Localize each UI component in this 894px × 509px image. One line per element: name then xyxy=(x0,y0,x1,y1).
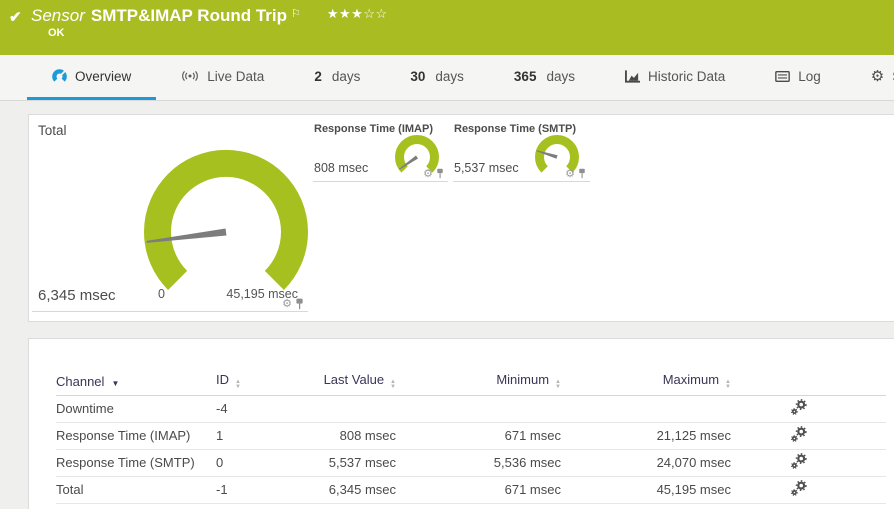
total-gauge xyxy=(144,150,308,290)
column-header-maximum[interactable]: Maximum ▲ ▼ xyxy=(561,368,731,396)
gauge-value: 808 msec xyxy=(314,161,369,175)
gauges-panel: Total 0 45,195 msec 6,345 msec ⚙ Respons… xyxy=(28,114,894,322)
gauge-icon xyxy=(52,68,67,84)
channel-settings-icon[interactable] xyxy=(791,480,807,496)
cell-id: -1 xyxy=(216,476,276,504)
tab-label: days xyxy=(435,68,464,84)
cell-last-value: 6,345 msec xyxy=(276,476,396,504)
cell-last-value: 808 msec xyxy=(276,422,396,450)
channels-table: Channel ▼ ID ▲ ▼ Last Value ▲ ▼ Minimum ▲ ▼ Max… xyxy=(56,368,886,504)
gauge-settings-gear-icon[interactable]: ⚙ xyxy=(282,297,292,310)
tab-30-days[interactable]: 30 days xyxy=(385,55,489,100)
tab-label: Live Data xyxy=(207,68,265,84)
live-data-icon xyxy=(181,70,199,82)
cell-maximum: 21,125 msec xyxy=(561,422,731,450)
tab-live-data[interactable]: Live Data xyxy=(156,55,289,100)
priority-flag-icon[interactable]: ⚐ xyxy=(291,7,301,20)
stars-filled[interactable]: ★★★ xyxy=(327,6,363,21)
sort-icon: ▲ ▼ xyxy=(390,379,396,391)
tab-overview[interactable]: Overview xyxy=(27,55,157,100)
cell-minimum xyxy=(396,395,561,423)
column-label: Maximum xyxy=(662,372,720,388)
tab-log[interactable]: Log xyxy=(750,55,846,100)
cell-maximum: 45,195 msec xyxy=(561,476,731,504)
gauge-widget-imap: Response Time (IMAP) 808 msec ⚙ xyxy=(313,116,448,182)
priority-stars[interactable]: ★★★☆☆ xyxy=(327,6,388,22)
column-label: Channel xyxy=(56,373,105,389)
tab-label: Historic Data xyxy=(647,68,726,84)
column-header-id[interactable]: ID ▲ ▼ xyxy=(216,368,276,396)
gauge-title: Total xyxy=(38,123,67,138)
page-body: Total 0 45,195 msec 6,345 msec ⚙ Respons… xyxy=(0,101,894,509)
gear-icon: ⚙ xyxy=(870,68,885,85)
column-header-actions xyxy=(731,368,886,396)
table-row[interactable]: Response Time (SMTP) 0 5,537 msec 5,536 … xyxy=(56,449,886,477)
tab-label: Overview xyxy=(75,68,132,84)
cell-last-value xyxy=(276,395,396,423)
sort-icon: ▲ ▼ xyxy=(725,379,731,391)
tab-label: Log xyxy=(798,68,821,84)
tab-label: days xyxy=(331,68,361,84)
tab-settings[interactable]: ⚙ Settings xyxy=(846,55,894,100)
tab-2-days[interactable]: 2 days xyxy=(289,55,385,100)
gauge-value: 6,345 msec xyxy=(38,287,116,304)
tab-365-days[interactable]: 365 days xyxy=(489,55,600,100)
channel-settings-icon[interactable] xyxy=(791,426,807,442)
gauge-min-label: 0 xyxy=(158,287,165,301)
table-header-row: Channel ▼ ID ▲ ▼ Last Value ▲ ▼ Minimum ▲ ▼ Max… xyxy=(56,368,886,396)
cell-id: -4 xyxy=(216,395,276,423)
pin-icon[interactable] xyxy=(295,298,304,310)
sort-desc-icon: ▼ xyxy=(111,378,120,388)
sort-icon: ▲ ▼ xyxy=(555,379,561,391)
cell-minimum: 5,536 msec xyxy=(396,449,561,477)
cell-channel: Response Time (IMAP) xyxy=(56,422,216,450)
cell-last-value: 5,537 msec xyxy=(276,449,396,477)
channel-settings-icon[interactable] xyxy=(791,453,807,469)
cell-channel: Response Time (SMTP) xyxy=(56,449,216,477)
cell-channel: Downtime xyxy=(56,395,216,423)
cell-id: 1 xyxy=(216,422,276,450)
cell-minimum: 671 msec xyxy=(396,422,561,450)
tab-label-number: 365 xyxy=(513,68,537,84)
column-label: Last Value xyxy=(323,372,385,388)
sort-icon: ▲ ▼ xyxy=(235,379,241,391)
channel-settings-icon[interactable] xyxy=(791,399,807,415)
cell-maximum: 24,070 msec xyxy=(561,449,731,477)
table-row[interactable]: Downtime -4 xyxy=(56,395,886,423)
column-header-channel[interactable]: Channel ▼ xyxy=(56,368,216,396)
gauge-widget-smtp: Response Time (SMTP) 5,537 msec ⚙ xyxy=(453,116,590,182)
stars-empty[interactable]: ☆☆ xyxy=(363,6,387,21)
tab-label-number: 30 xyxy=(410,68,426,84)
gauge-widget-total: Total 0 45,195 msec 6,345 msec ⚙ xyxy=(32,116,308,312)
table-row[interactable]: Total -1 6,345 msec 671 msec 45,195 msec xyxy=(56,476,886,504)
gauge-value: 5,537 msec xyxy=(454,161,519,175)
status-badge: OK xyxy=(48,27,65,39)
column-label: ID xyxy=(216,372,229,388)
cell-minimum: 671 msec xyxy=(396,476,561,504)
sensor-kind-label: Sensor xyxy=(31,6,85,25)
gauge-settings-gear-icon[interactable]: ⚙ xyxy=(565,167,575,180)
column-label: Minimum xyxy=(496,372,550,388)
tab-label-number: 2 xyxy=(314,68,322,84)
cell-id: 0 xyxy=(216,449,276,477)
table-row[interactable]: Response Time (IMAP) 1 808 msec 671 msec… xyxy=(56,422,886,450)
channels-panel: Channel ▼ ID ▲ ▼ Last Value ▲ ▼ Minimum ▲ ▼ Max… xyxy=(28,338,894,509)
pin-icon[interactable] xyxy=(578,168,586,179)
status-ok-check-icon: ✔ xyxy=(9,9,22,26)
column-header-last-value[interactable]: Last Value ▲ ▼ xyxy=(276,368,396,396)
sensor-title: SMTP&IMAP Round Trip xyxy=(90,6,287,25)
cell-channel: Total xyxy=(56,476,216,504)
tab-bar: Overview Live Data 2 days 30 days 365 da… xyxy=(0,55,894,101)
gauge-settings-gear-icon[interactable]: ⚙ xyxy=(423,167,433,180)
column-header-minimum[interactable]: Minimum ▲ ▼ xyxy=(396,368,561,396)
bar-chart-icon xyxy=(624,69,640,83)
tab-historic-data[interactable]: Historic Data xyxy=(600,55,750,100)
log-list-icon xyxy=(775,70,791,82)
tab-label: days xyxy=(546,68,575,84)
sensor-header: ✔ Sensor SMTP&IMAP Round Trip ⚐ ★★★☆☆ OK xyxy=(0,0,894,55)
pin-icon[interactable] xyxy=(436,168,444,179)
cell-maximum xyxy=(561,395,731,423)
